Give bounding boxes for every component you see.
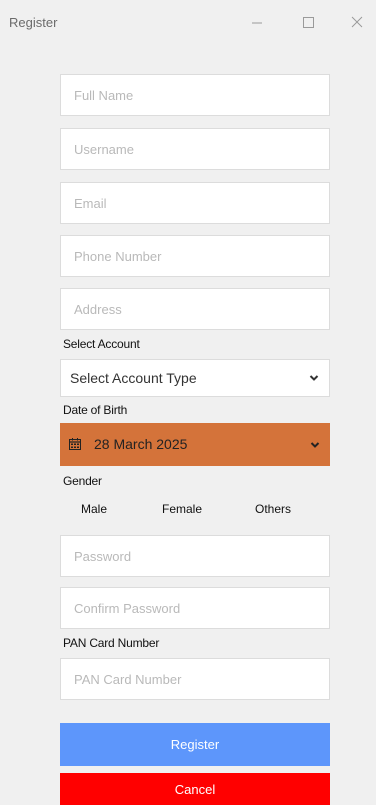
chevron-down-icon xyxy=(310,442,320,448)
date-of-birth-label: Date of Birth xyxy=(63,403,128,417)
cancel-button[interactable]: Cancel xyxy=(60,773,330,805)
pan-card-label: PAN Card Number xyxy=(63,636,160,650)
account-type-value: Select Account Type xyxy=(70,370,197,386)
username-field xyxy=(60,128,330,170)
phone-field xyxy=(60,235,330,277)
pan-card-field xyxy=(60,658,330,700)
maximize-icon xyxy=(303,17,314,28)
gender-label: Gender xyxy=(63,474,102,488)
pan-card-input[interactable] xyxy=(61,659,329,699)
close-icon xyxy=(351,16,363,28)
maximize-button[interactable] xyxy=(295,11,321,35)
minimize-icon xyxy=(252,22,262,24)
gender-option-female[interactable]: Female xyxy=(162,502,202,516)
close-button[interactable] xyxy=(344,11,370,35)
address-field xyxy=(60,288,330,330)
confirm-password-field xyxy=(60,587,330,629)
password-input[interactable] xyxy=(61,536,329,576)
minimize-button[interactable] xyxy=(244,11,270,35)
full-name-field xyxy=(60,74,330,116)
account-type-dropdown[interactable]: Select Account Type xyxy=(60,359,330,397)
confirm-password-input[interactable] xyxy=(61,588,329,628)
calendar-icon xyxy=(69,438,81,450)
register-button[interactable]: Register xyxy=(60,723,330,766)
email-field xyxy=(60,182,330,224)
username-input[interactable] xyxy=(61,129,329,169)
email-input[interactable] xyxy=(61,183,329,223)
window-title: Register xyxy=(9,15,58,30)
full-name-input[interactable] xyxy=(61,75,329,115)
password-field xyxy=(60,535,330,577)
date-of-birth-picker[interactable]: 28 March 2025 xyxy=(60,423,330,466)
select-account-label: Select Account xyxy=(63,337,140,351)
phone-input[interactable] xyxy=(61,236,329,276)
date-of-birth-value: 28 March 2025 xyxy=(94,436,188,452)
address-input[interactable] xyxy=(61,289,329,329)
chevron-down-icon xyxy=(309,375,319,381)
gender-option-male[interactable]: Male xyxy=(81,502,107,516)
gender-option-others[interactable]: Others xyxy=(255,502,291,516)
title-bar: Register xyxy=(0,0,376,46)
